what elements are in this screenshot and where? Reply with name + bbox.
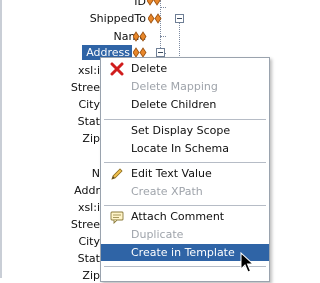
tree-node-label[interactable]: Stree [40, 80, 100, 95]
menu-item-label: Locate In Schema [131, 142, 229, 155]
menu-item-label: Delete Children [131, 98, 217, 111]
menu-item-label: Duplicate [131, 228, 184, 241]
menu-item-edit-text-value[interactable]: Edit Text Value [101, 165, 269, 182]
tree-node-label[interactable]: City [40, 97, 100, 112]
tree-node-label[interactable]: N [40, 166, 100, 181]
comment-icon [110, 211, 124, 224]
menu-item-label: Delete Mapping [131, 80, 218, 93]
menu-item-label: Delete [131, 62, 168, 75]
tree-node-label[interactable]: Stat [40, 114, 100, 129]
menu-item-set-display-scope[interactable]: Set Display Scope [101, 122, 269, 139]
mouse-pointer-icon [240, 252, 254, 273]
menu-item-locate-in-schema[interactable]: Locate In Schema [101, 140, 269, 157]
menu-item-label: Create XPath [131, 185, 203, 198]
mapping-indicator-icon[interactable] [148, 13, 162, 24]
context-menu: Delete Delete Mapping Delete Children Se… [100, 57, 270, 282]
pencil-icon [111, 168, 123, 180]
menu-item-label: Set Display Scope [131, 124, 231, 137]
menu-item-duplicate[interactable]: Duplicate [101, 226, 269, 243]
tree-node-label[interactable]: xsl:i [40, 63, 100, 78]
tree-node-label[interactable]: ShippedTo [80, 11, 146, 26]
menu-item-create-xpath[interactable]: Create XPath [101, 183, 269, 200]
menu-item-label: Edit Text Value [131, 167, 212, 180]
mapping-indicator-icon[interactable] [133, 31, 147, 42]
menu-item-label: Attach Comment [131, 210, 225, 223]
tree-node-label[interactable]: ID [120, 0, 146, 9]
menu-item-attach-comment[interactable]: Attach Comment [101, 208, 269, 225]
menu-item-delete-children[interactable]: Delete Children [101, 96, 269, 113]
menu-separator [104, 205, 266, 206]
menu-separator [104, 119, 266, 120]
collapse-toggle-icon[interactable] [156, 48, 165, 57]
tree-connector-line [179, 22, 180, 62]
mapping-indicator-icon[interactable] [147, 0, 161, 6]
tree-node-label[interactable]: xsl:i [40, 200, 100, 215]
tree-connector-line [160, 7, 166, 8]
menu-item-delete[interactable]: Delete [101, 60, 269, 77]
menu-item-label: Create in Template [131, 246, 235, 259]
tree-node-label[interactable]: Zip [40, 268, 100, 283]
tree-node-label[interactable]: City [40, 234, 100, 249]
tree-node-label[interactable]: Stree [40, 217, 100, 232]
tree-node-label[interactable]: Zip [40, 131, 100, 146]
menu-separator [104, 162, 266, 163]
tree-left-gutter [0, 0, 2, 278]
collapse-toggle-icon[interactable] [175, 14, 184, 23]
tree-connector-line [160, 36, 166, 37]
tree-node-label[interactable]: Stat [40, 251, 100, 266]
delete-x-icon [110, 62, 124, 76]
menu-item-delete-mapping[interactable]: Delete Mapping [101, 78, 269, 95]
tree-node-label[interactable]: Addr [40, 183, 100, 198]
